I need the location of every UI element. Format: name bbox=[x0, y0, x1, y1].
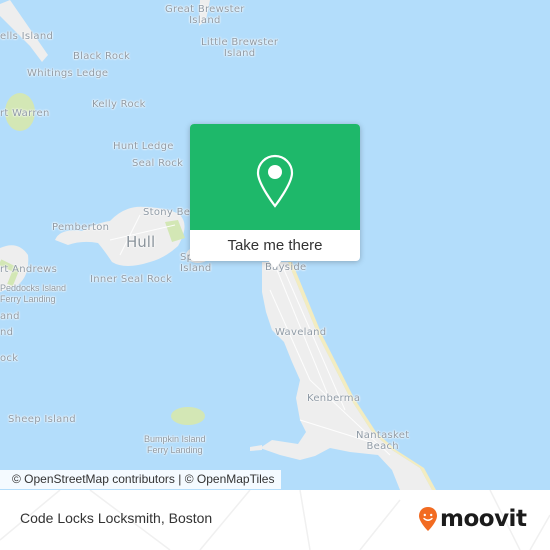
label-sheep-island: Sheep Island bbox=[8, 414, 76, 425]
popup-pointer bbox=[268, 260, 282, 269]
map[interactable]: Great Brewster Island Little Brewster Is… bbox=[0, 0, 550, 490]
moovit-wordmark: moovit bbox=[440, 506, 527, 532]
label-inner-seal-rock: Inner Seal Rock bbox=[90, 274, 173, 285]
map-pin-icon bbox=[256, 154, 294, 208]
bumpkin-island bbox=[171, 407, 205, 425]
label-seal-rock: Seal Rock bbox=[132, 158, 184, 169]
label-pemberton: Pemberton bbox=[52, 222, 110, 233]
moovit-smiley-pin-icon bbox=[419, 507, 437, 531]
label-little-brewster: Little Brewster Island bbox=[201, 37, 279, 59]
label-island-partial-b: nd bbox=[0, 327, 14, 338]
label-island-partial-a: and bbox=[0, 311, 20, 322]
label-stony-beach: Stony Be bbox=[143, 207, 191, 218]
label-kenberma: Kenberma bbox=[307, 393, 361, 404]
label-peddocks-ferry-landing: Peddocks Island Ferry Landing bbox=[0, 283, 67, 304]
label-waveland: Waveland bbox=[275, 327, 327, 338]
label-great-brewster: Great Brewster Island bbox=[165, 4, 245, 26]
label-nantasket-beach: Nantasket Beach bbox=[356, 430, 410, 452]
label-fort-warren: rt Warren bbox=[0, 108, 50, 119]
label-hull: Hull bbox=[126, 233, 156, 251]
label-fort-andrews: rt Andrews bbox=[0, 264, 58, 275]
label-whitings-ledge: Whitings Ledge bbox=[27, 68, 109, 79]
nantasket-peninsula bbox=[260, 262, 432, 490]
take-me-there-button[interactable]: Take me there bbox=[190, 230, 360, 261]
label-black-rock: Black Rock bbox=[73, 51, 131, 62]
label-hunt-ledge: Hunt Ledge bbox=[113, 141, 174, 152]
popup-header bbox=[190, 124, 360, 230]
destination-popup: Take me there bbox=[190, 124, 360, 269]
place-title: Code Locks Locksmith, Boston bbox=[20, 510, 213, 526]
label-rock-partial: ock bbox=[0, 353, 19, 364]
map-attribution[interactable]: © OpenStreetMap contributors | © OpenMap… bbox=[0, 470, 282, 489]
label-kelly-rock: Kelly Rock bbox=[92, 99, 146, 110]
moovit-logo[interactable]: moovit bbox=[418, 503, 527, 535]
label-bumpkin-ferry-landing: Bumpkin Island Ferry Landing bbox=[144, 434, 206, 455]
footer-bar: Code Locks Locksmith, Boston moovit bbox=[0, 490, 550, 550]
label-lovells-island: ells Island bbox=[0, 31, 54, 42]
